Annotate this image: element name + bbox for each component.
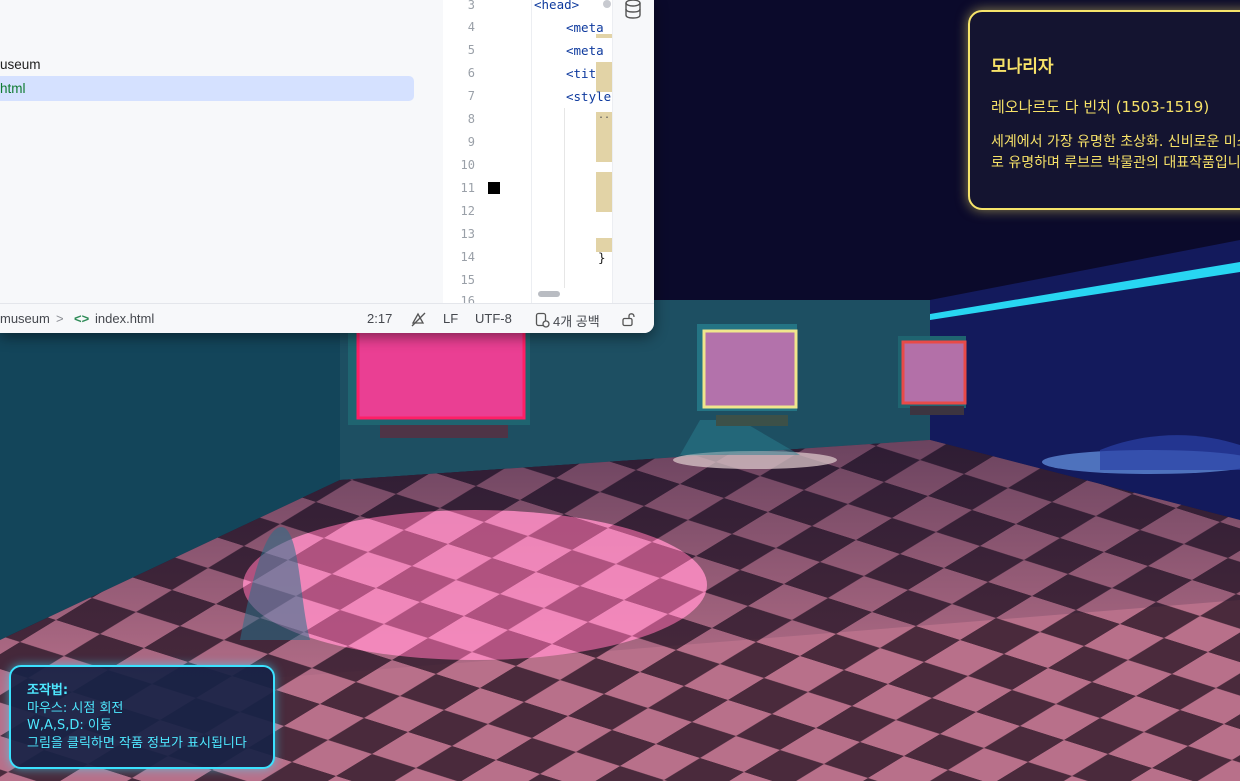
line-number: 15: [460, 273, 475, 287]
line-gutter: 3 4 5 6 7 8 9 10 11 12 13 14 15 16: [443, 0, 532, 308]
horizontal-scrollbar[interactable]: [538, 291, 560, 297]
no-inspections-icon[interactable]: [410, 311, 427, 328]
painting-plaque: [716, 415, 788, 426]
code-line: <meta: [566, 43, 604, 58]
line-number: 14: [460, 250, 475, 264]
tree-item-label: useum: [0, 57, 41, 72]
line-number: 3: [467, 0, 475, 12]
ide-window: useum html 3 4 5 6 7 8 9 10 11 12 13 14 …: [0, 0, 654, 333]
line-number: 10: [460, 158, 475, 172]
project-tree: useum html: [0, 0, 444, 303]
breadcrumb-root[interactable]: museum: [0, 311, 50, 326]
spotlight-pool: [243, 510, 707, 660]
controls-click: 그림을 클릭하면 작품 정보가 표시됩니다: [27, 735, 247, 751]
indent-setting[interactable]: 4개 공백: [553, 311, 600, 330]
line-number: 12: [460, 204, 475, 218]
scroll-thumb[interactable]: [603, 0, 611, 8]
code-line: <tit: [566, 66, 597, 81]
line-number: 8: [467, 112, 475, 126]
tree-item-museum[interactable]: useum: [0, 52, 41, 77]
artwork-title: 모나리자: [991, 57, 1054, 77]
controls-help-panel: 조작법: 마우스: 시점 회전 W,A,S,D: 이동 그림을 클릭하면 작품 …: [9, 665, 275, 769]
code-line: <style: [566, 89, 612, 104]
lock-icon[interactable]: [621, 312, 636, 327]
code-line: ...: [598, 110, 612, 121]
line-number: 9: [467, 135, 475, 149]
painting-plaque: [910, 406, 964, 415]
breakpoint-marker[interactable]: [488, 182, 500, 194]
chevron-right-icon: >: [56, 311, 64, 326]
line-number: 5: [467, 43, 475, 57]
tree-item-label: html: [0, 81, 26, 96]
painting: [356, 328, 526, 420]
artwork-info-panel: 모나리자 레오나르도 다 빈치 (1503-1519) 세계에서 가장 유명한 …: [968, 10, 1240, 210]
file-encoding[interactable]: UTF-8: [475, 311, 512, 326]
line-number: 13: [460, 227, 475, 241]
line-number: 11: [460, 181, 475, 195]
status-bar: museum > <> index.html 2:17 LF UTF-8 4개 …: [0, 303, 654, 333]
artwork-artist: 레오나르도 다 빈치 (1503-1519): [991, 98, 1210, 116]
line-number: 6: [467, 66, 475, 80]
code-editor[interactable]: <head> <meta <meta <tit <style ... }: [532, 0, 612, 303]
tree-item-index-html[interactable]: html: [0, 76, 414, 101]
line-ending[interactable]: LF: [443, 311, 458, 326]
painting: [901, 340, 967, 405]
tool-window-strip: [603, 0, 654, 303]
code-line: <head>: [534, 0, 580, 12]
breadcrumb-file[interactable]: index.html: [95, 311, 154, 326]
controls-heading: 조작법:: [27, 683, 69, 698]
code-line: }: [598, 250, 606, 265]
database-icon[interactable]: [624, 0, 642, 20]
controls-keys: W,A,S,D: 이동: [27, 718, 112, 733]
painting-plaque: [380, 425, 508, 438]
line-number: 7: [467, 89, 475, 103]
code-line: <meta: [566, 20, 604, 35]
cursor-position[interactable]: 2:17: [367, 311, 392, 326]
indent-icon: [535, 312, 550, 328]
controls-mouse: 마우스: 시점 회전: [27, 700, 124, 716]
painting: [702, 329, 798, 409]
code-brackets-icon: <>: [74, 311, 90, 326]
line-number: 4: [467, 20, 475, 34]
artwork-description: 세계에서 가장 유명한 초상화. 신비로운 미소로 유명하며 루브르 박물관의 …: [991, 134, 1240, 171]
